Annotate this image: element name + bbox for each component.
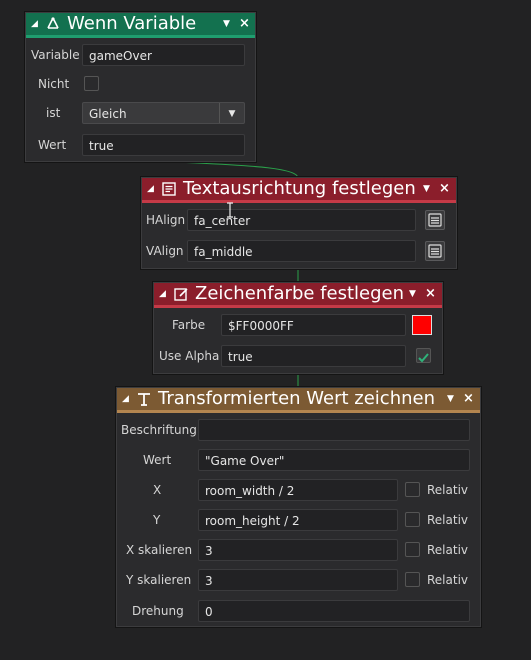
close-icon[interactable]: × — [425, 283, 436, 305]
variable-field[interactable]: gameOver — [82, 44, 245, 66]
paragraph-icon — [162, 182, 176, 196]
xscale-label: X skalieren — [126, 543, 193, 557]
not-row: Nicht — [26, 72, 255, 96]
angle-label: Drehung — [132, 604, 184, 618]
collapse-triangle-icon[interactable]: ◢ — [122, 388, 129, 410]
use-alpha-label: Use Alpha — [159, 349, 220, 363]
collapse-triangle-icon[interactable]: ◢ — [159, 283, 166, 305]
draw-transformed-node[interactable]: ◢ Transformierten Wert zeichnen ▼ × Besc… — [116, 387, 481, 627]
use-alpha-checkbox[interactable] — [416, 348, 431, 363]
header-underline — [26, 35, 255, 38]
colour-field[interactable]: $FF0000FF — [221, 314, 406, 336]
header-underline — [142, 200, 456, 203]
colour-row: Farbe $FF0000FF — [154, 313, 442, 337]
value-row: Wert true — [26, 133, 255, 157]
yscale-relative-checkbox[interactable] — [405, 572, 420, 587]
value-label: Wert — [38, 138, 67, 152]
valign-field[interactable]: fa_middle — [187, 240, 416, 262]
text-align-node[interactable]: ◢ Textausrichtung festlegen ▼ × HAlign f… — [141, 177, 457, 269]
list-picker-button[interactable] — [425, 210, 445, 230]
xscale-row: X skalieren 3 Relativ — [117, 538, 480, 562]
edit-colour-icon — [174, 288, 188, 301]
y-field[interactable]: room_height / 2 — [198, 509, 398, 531]
yscale-label: Y skalieren — [126, 573, 192, 587]
wire-if-to-align — [141, 159, 299, 179]
close-icon[interactable]: × — [439, 178, 450, 200]
colour-label: Farbe — [172, 318, 206, 332]
angle-row: Drehung 0 — [117, 599, 480, 623]
x-relative-checkbox[interactable] — [405, 482, 420, 497]
chevron-down-icon[interactable]: ▼ — [447, 388, 454, 410]
colour-swatch[interactable] — [412, 315, 432, 335]
valign-row: VAlign fa_middle — [142, 239, 456, 263]
y-relative-label: Relativ — [427, 513, 469, 527]
x-row: X room_width / 2 Relativ — [117, 478, 480, 502]
not-checkbox[interactable] — [84, 76, 99, 91]
not-label: Nicht — [38, 77, 70, 91]
caption-field[interactable] — [198, 419, 470, 441]
close-icon[interactable]: × — [463, 388, 474, 410]
chevron-down-icon[interactable]: ▼ — [223, 13, 230, 35]
header-underline — [154, 305, 442, 308]
list-picker-button[interactable] — [425, 241, 445, 261]
variable-label: Variable — [31, 48, 80, 62]
value-label: Wert — [143, 453, 172, 467]
valign-label: VAlign — [146, 244, 184, 258]
yscale-field[interactable]: 3 — [198, 569, 398, 591]
caption-label: Beschriftung — [121, 423, 197, 437]
is-label: ist — [46, 106, 61, 120]
variable-row: Variable gameOver — [26, 43, 255, 67]
chevron-down-icon[interactable]: ▼ — [409, 283, 416, 305]
value-field[interactable]: "Game Over" — [198, 449, 470, 471]
close-icon[interactable]: × — [239, 13, 250, 35]
node-title: Transformierten Wert zeichnen — [158, 388, 435, 409]
text-icon — [138, 393, 150, 406]
value-field[interactable]: true — [82, 134, 245, 156]
list-icon — [428, 213, 442, 227]
checkmark-icon — [418, 353, 429, 363]
xscale-relative-label: Relativ — [427, 543, 469, 557]
draw-colour-header[interactable]: ◢ Zeichenfarbe festlegen ▼ × — [154, 283, 442, 305]
node-title: Wenn Variable — [67, 13, 197, 34]
if-variable-node[interactable]: ◢ Wenn Variable ▼ × Variable gameOver Ni… — [25, 12, 256, 162]
is-dropdown-value: Gleich — [89, 107, 127, 121]
draw-colour-node[interactable]: ◢ Zeichenfarbe festlegen ▼ × Farbe $FF00… — [153, 282, 443, 374]
list-icon — [428, 244, 442, 258]
y-row: Y room_height / 2 Relativ — [117, 508, 480, 532]
text-align-header[interactable]: ◢ Textausrichtung festlegen ▼ × — [142, 178, 456, 200]
collapse-triangle-icon[interactable]: ◢ — [147, 178, 154, 200]
branch-icon — [47, 17, 59, 29]
draw-transformed-header[interactable]: ◢ Transformierten Wert zeichnen ▼ × — [117, 388, 480, 410]
x-field[interactable]: room_width / 2 — [198, 479, 398, 501]
xscale-relative-checkbox[interactable] — [405, 542, 420, 557]
yscale-row: Y skalieren 3 Relativ — [117, 568, 480, 592]
x-relative-label: Relativ — [427, 483, 469, 497]
header-underline — [117, 410, 480, 413]
y-label: Y — [153, 513, 161, 527]
collapse-triangle-icon[interactable]: ◢ — [31, 13, 38, 35]
halign-label: HAlign — [146, 213, 186, 227]
halign-row: HAlign fa_center — [142, 208, 456, 232]
value-row: Wert "Game Over" — [117, 448, 480, 472]
dropdown-arrow-icon[interactable]: ▼ — [219, 103, 244, 123]
node-title: Textausrichtung festlegen — [183, 178, 416, 199]
y-relative-checkbox[interactable] — [405, 512, 420, 527]
xscale-field[interactable]: 3 — [198, 539, 398, 561]
angle-field[interactable]: 0 — [198, 600, 470, 622]
if-variable-header[interactable]: ◢ Wenn Variable ▼ × — [26, 13, 255, 35]
text-cursor-icon — [227, 202, 233, 218]
caption-row: Beschriftung — [117, 418, 480, 442]
yscale-relative-label: Relativ — [427, 573, 469, 587]
chevron-down-icon[interactable]: ▼ — [423, 178, 430, 200]
is-dropdown[interactable]: Gleich ▼ — [82, 102, 245, 124]
halign-field[interactable]: fa_center — [187, 209, 416, 231]
node-title: Zeichenfarbe festlegen — [195, 283, 405, 304]
use-alpha-field[interactable]: true — [221, 345, 406, 367]
use-alpha-row: Use Alpha true — [154, 344, 442, 368]
is-row: ist Gleich ▼ — [26, 101, 255, 125]
x-label: X — [153, 483, 162, 497]
